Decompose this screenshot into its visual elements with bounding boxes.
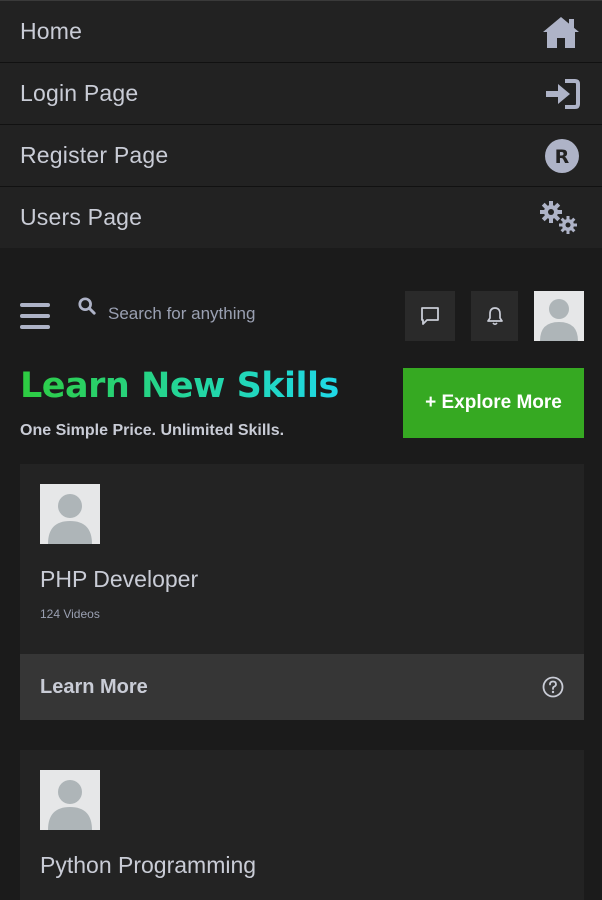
nav-menu: Home Login Page Register Page R Users Pa…: [0, 0, 602, 248]
hero-title: Learn New Skills: [20, 366, 339, 406]
nav-item-home[interactable]: Home: [0, 0, 602, 62]
top-bar-actions: [405, 291, 584, 341]
help-circle-icon[interactable]: [542, 676, 564, 698]
nav-item-login[interactable]: Login Page: [0, 62, 602, 124]
course-title: Python Programming: [40, 852, 257, 878]
user-avatar[interactable]: [534, 291, 584, 341]
search-bar: [78, 297, 298, 324]
video-count: 124 Videos: [40, 607, 100, 621]
sign-in-icon: [544, 78, 580, 109]
nav-item-label: Register Page: [20, 142, 169, 168]
nav-item-label: Users Page: [20, 204, 143, 230]
avatar-placeholder-icon: [48, 494, 92, 544]
course-avatar: [40, 770, 100, 830]
home-icon: [542, 15, 580, 49]
search-input[interactable]: [108, 304, 298, 324]
bell-icon: [486, 307, 503, 326]
top-bar: [20, 290, 584, 342]
course-card: Python Programming: [20, 750, 584, 900]
course-card: PHP Developer 124 Videos Learn More: [20, 464, 584, 720]
svg-text:R: R: [555, 146, 570, 168]
messages-button[interactable]: [405, 291, 455, 341]
learn-more-label: Learn More: [40, 675, 148, 698]
avatar-placeholder-icon: [540, 299, 578, 341]
course-title: PHP Developer: [40, 566, 199, 592]
course-avatar: [40, 484, 100, 544]
nav-item-users[interactable]: Users Page: [0, 186, 602, 248]
search-icon: [78, 297, 96, 315]
nav-item-label: Home: [20, 18, 83, 44]
gears-icon: [538, 200, 580, 236]
chat-icon: [421, 307, 439, 325]
hero-section: Learn New Skills One Simple Price. Unlim…: [20, 366, 584, 446]
avatar-placeholder-icon: [48, 780, 92, 830]
register-r-icon: R: [544, 138, 580, 174]
notifications-button[interactable]: [471, 291, 518, 341]
nav-item-register[interactable]: Register Page R: [0, 124, 602, 186]
hamburger-menu-icon[interactable]: [20, 303, 50, 329]
explore-more-button[interactable]: + Explore More: [403, 368, 584, 438]
learn-more-button[interactable]: Learn More: [20, 654, 584, 720]
nav-item-label: Login Page: [20, 80, 139, 106]
hero-subtitle: One Simple Price. Unlimited Skills.: [20, 422, 285, 439]
